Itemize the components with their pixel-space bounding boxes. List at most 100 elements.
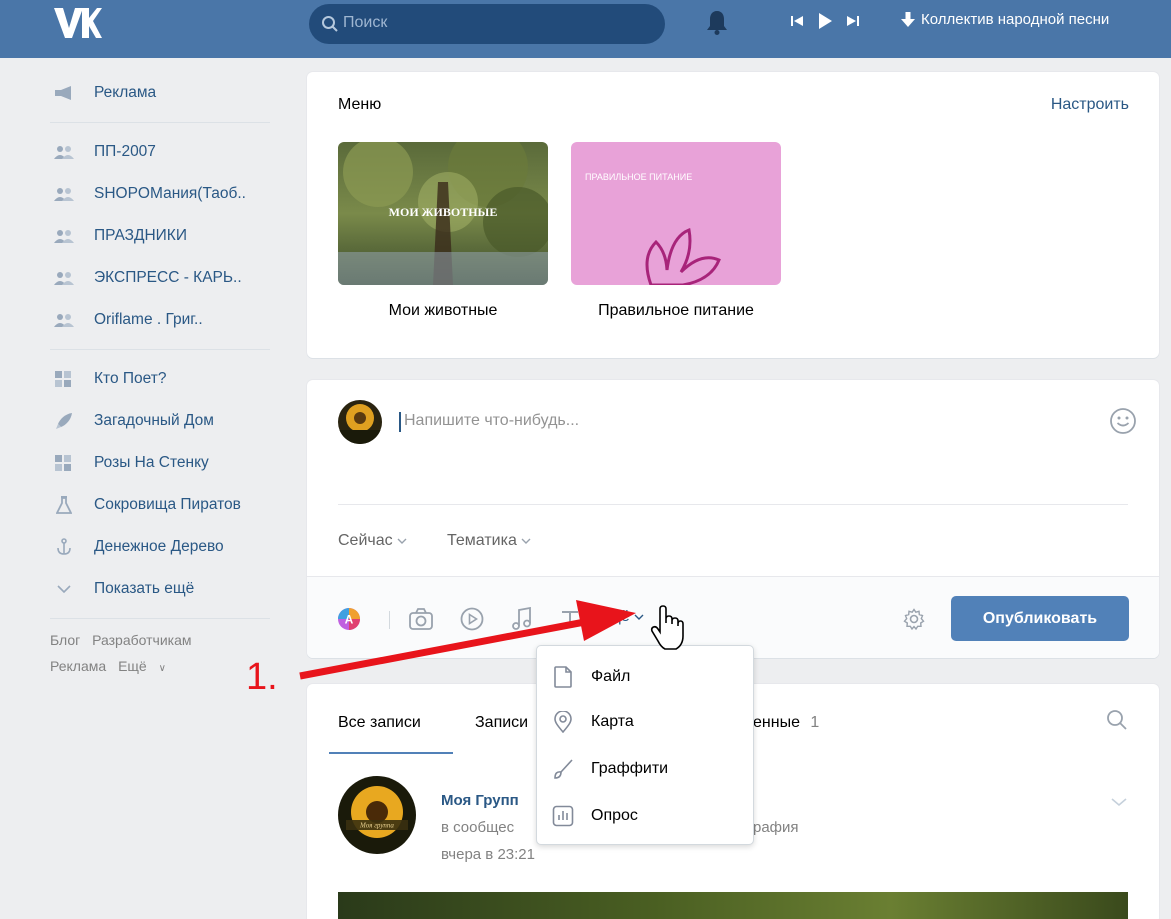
sidebar-item-group[interactable]: ПП-2007 [50, 131, 290, 173]
previous-track-button[interactable] [783, 11, 811, 31]
nutrition-tile-image: ПРАВИЛЬНОЕ ПИТАНИЕ [571, 142, 781, 285]
text-article-button[interactable] [557, 606, 583, 632]
composer-divider [338, 504, 1128, 505]
menu-item-label: Карта [591, 713, 634, 730]
search-input[interactable]: Поиск [309, 4, 665, 44]
annotation-step-label: 1. [246, 656, 278, 698]
sidebar-item-label: ПРАЗДНИКИ [94, 227, 187, 244]
post-timestamp[interactable]: вчера в 23:21 [441, 846, 535, 863]
sidebar-item-ads[interactable]: Реклама [50, 72, 290, 114]
tab-all-posts[interactable]: Все записи [338, 714, 421, 732]
menu-title: Меню [338, 96, 382, 113]
post-subtitle: в сообщес [441, 819, 514, 836]
more-label: Ещё [597, 608, 630, 625]
post-image[interactable] [338, 892, 1128, 919]
brush-icon [551, 757, 575, 781]
poll-icon [551, 804, 575, 828]
emoji-icon[interactable] [1109, 407, 1137, 435]
footer-more-link[interactable]: Ещё ∨ [118, 658, 174, 674]
post-text-input[interactable]: Напишите что-нибудь... [404, 412, 579, 430]
apps-icon [50, 370, 78, 388]
publish-button[interactable]: Опубликовать [951, 596, 1129, 641]
sidebar-item-label: Реклама [94, 84, 157, 101]
search-icon[interactable] [1105, 708, 1129, 732]
sidebar-item-group[interactable]: ПРАЗДНИКИ [50, 215, 290, 257]
play-button[interactable] [811, 11, 839, 31]
sidebar-item-label: Денежное Дерево [94, 538, 224, 555]
topic-dropdown-label: Тематика [447, 532, 517, 549]
sidebar-item-app[interactable]: Денежное Дерево [50, 526, 290, 568]
file-icon [551, 665, 575, 689]
chevron-down-icon [50, 580, 78, 598]
menu-tile-nutrition[interactable]: ПРАВИЛЬНОЕ ПИТАНИЕ [571, 142, 781, 285]
more-attachments-button[interactable]: Ещё [597, 608, 644, 626]
sidebar-item-label: Сокровища Пиратов [94, 496, 241, 513]
post-subtitle-left: в сообщес [441, 819, 515, 836]
left-sidebar: Реклама ПП-2007 SHOPОМания(Таоб.. ПРАЗДН… [50, 72, 290, 682]
sidebar-item-label: ПП-2007 [94, 143, 156, 160]
sidebar-item-label: ЭКСПРЕСС - КАРЬ.. [94, 269, 242, 286]
text-icon [562, 611, 578, 627]
sidebar-item-label: SHOPОМания(Таоб.. [94, 185, 246, 202]
settings-button[interactable] [901, 606, 927, 632]
search-placeholder: Поиск [343, 14, 388, 31]
music-icon [512, 607, 531, 630]
post-author-avatar[interactable]: Моя группа [338, 776, 416, 854]
footer-ads-link[interactable]: Реклама [50, 658, 106, 674]
menu-tile-label: Мои животные [388, 302, 498, 319]
sidebar-item-app[interactable]: Розы На Стенку [50, 442, 290, 484]
sidebar-item-group[interactable]: ЭКСПРЕСС - КАРЬ.. [50, 257, 290, 299]
vk-logo-icon[interactable] [52, 4, 102, 40]
art-icon: A [338, 608, 360, 630]
map-pin-icon [551, 710, 575, 734]
toolbar-divider [389, 611, 390, 629]
sidebar-item-label: Показать ещё [94, 580, 195, 597]
video-button[interactable] [459, 606, 485, 632]
next-icon [847, 16, 859, 26]
art-button[interactable]: A [336, 606, 362, 632]
menu-item-poll[interactable]: Опрос [551, 801, 638, 831]
menu-item-label: Опрос [591, 807, 638, 824]
menu-item-label: Граффити [591, 760, 669, 777]
sidebar-item-group[interactable]: Oriflame . Григ.. [50, 299, 290, 341]
menu-item-file[interactable]: Файл [551, 662, 630, 692]
avatar[interactable] [338, 400, 382, 444]
sidebar-item-app[interactable]: Кто Поет? [50, 358, 290, 400]
tab-community-posts[interactable]: Записи [475, 714, 528, 732]
bell-icon[interactable] [706, 9, 728, 35]
footer-blog-link[interactable]: Блог [50, 632, 80, 648]
video-icon [460, 607, 484, 631]
tab-pinned-label: енные [753, 714, 800, 731]
now-playing[interactable]: Коллектив народной песни [901, 11, 1109, 28]
chevron-down-icon [521, 538, 531, 544]
sidebar-item-app[interactable]: Сокровища Пиратов [50, 484, 290, 526]
tab-pinned[interactable]: енные 1 [753, 714, 819, 732]
footer-developers-link[interactable]: Разработчикам [92, 632, 191, 648]
animals-tile-image: МОИ ЖИВОТНЫЕ [338, 142, 548, 285]
menu-tile-animals[interactable]: МОИ ЖИВОТНЫЕ [338, 142, 548, 285]
group-icon [50, 227, 78, 245]
menu-item-graffiti[interactable]: Граффити [551, 754, 668, 784]
menu-item-map[interactable]: Карта [551, 707, 634, 737]
sidebar-show-more[interactable]: Показать ещё [50, 568, 290, 610]
topic-dropdown[interactable]: Тематика [447, 532, 531, 550]
next-track-button[interactable] [839, 11, 867, 31]
chevron-down-icon: ∨ [158, 663, 166, 674]
time-dropdown[interactable]: Сейчас [338, 532, 407, 550]
more-attachments-menu: Файл Карта Граффити Опрос [536, 645, 754, 845]
megaphone-icon [50, 84, 78, 102]
sidebar-item-label: Oriflame . Григ.. [94, 311, 203, 328]
chevron-down-icon[interactable] [1109, 794, 1129, 810]
sidebar-item-group[interactable]: SHOPОМания(Таоб.. [50, 173, 290, 215]
download-icon [901, 11, 915, 27]
group-icon [50, 311, 78, 329]
chevron-down-icon [397, 538, 407, 544]
post-author-name[interactable]: Моя Групп [441, 792, 519, 809]
sidebar-item-app[interactable]: Загадочный Дом [50, 400, 290, 442]
hand-cursor-icon [650, 605, 684, 650]
menu-setup-link[interactable]: Настроить [1051, 96, 1129, 114]
photo-button[interactable] [408, 606, 434, 632]
tab-pinned-count: 1 [810, 714, 820, 731]
sidebar-item-label: Кто Поет? [94, 370, 167, 387]
audio-button[interactable] [509, 606, 535, 632]
